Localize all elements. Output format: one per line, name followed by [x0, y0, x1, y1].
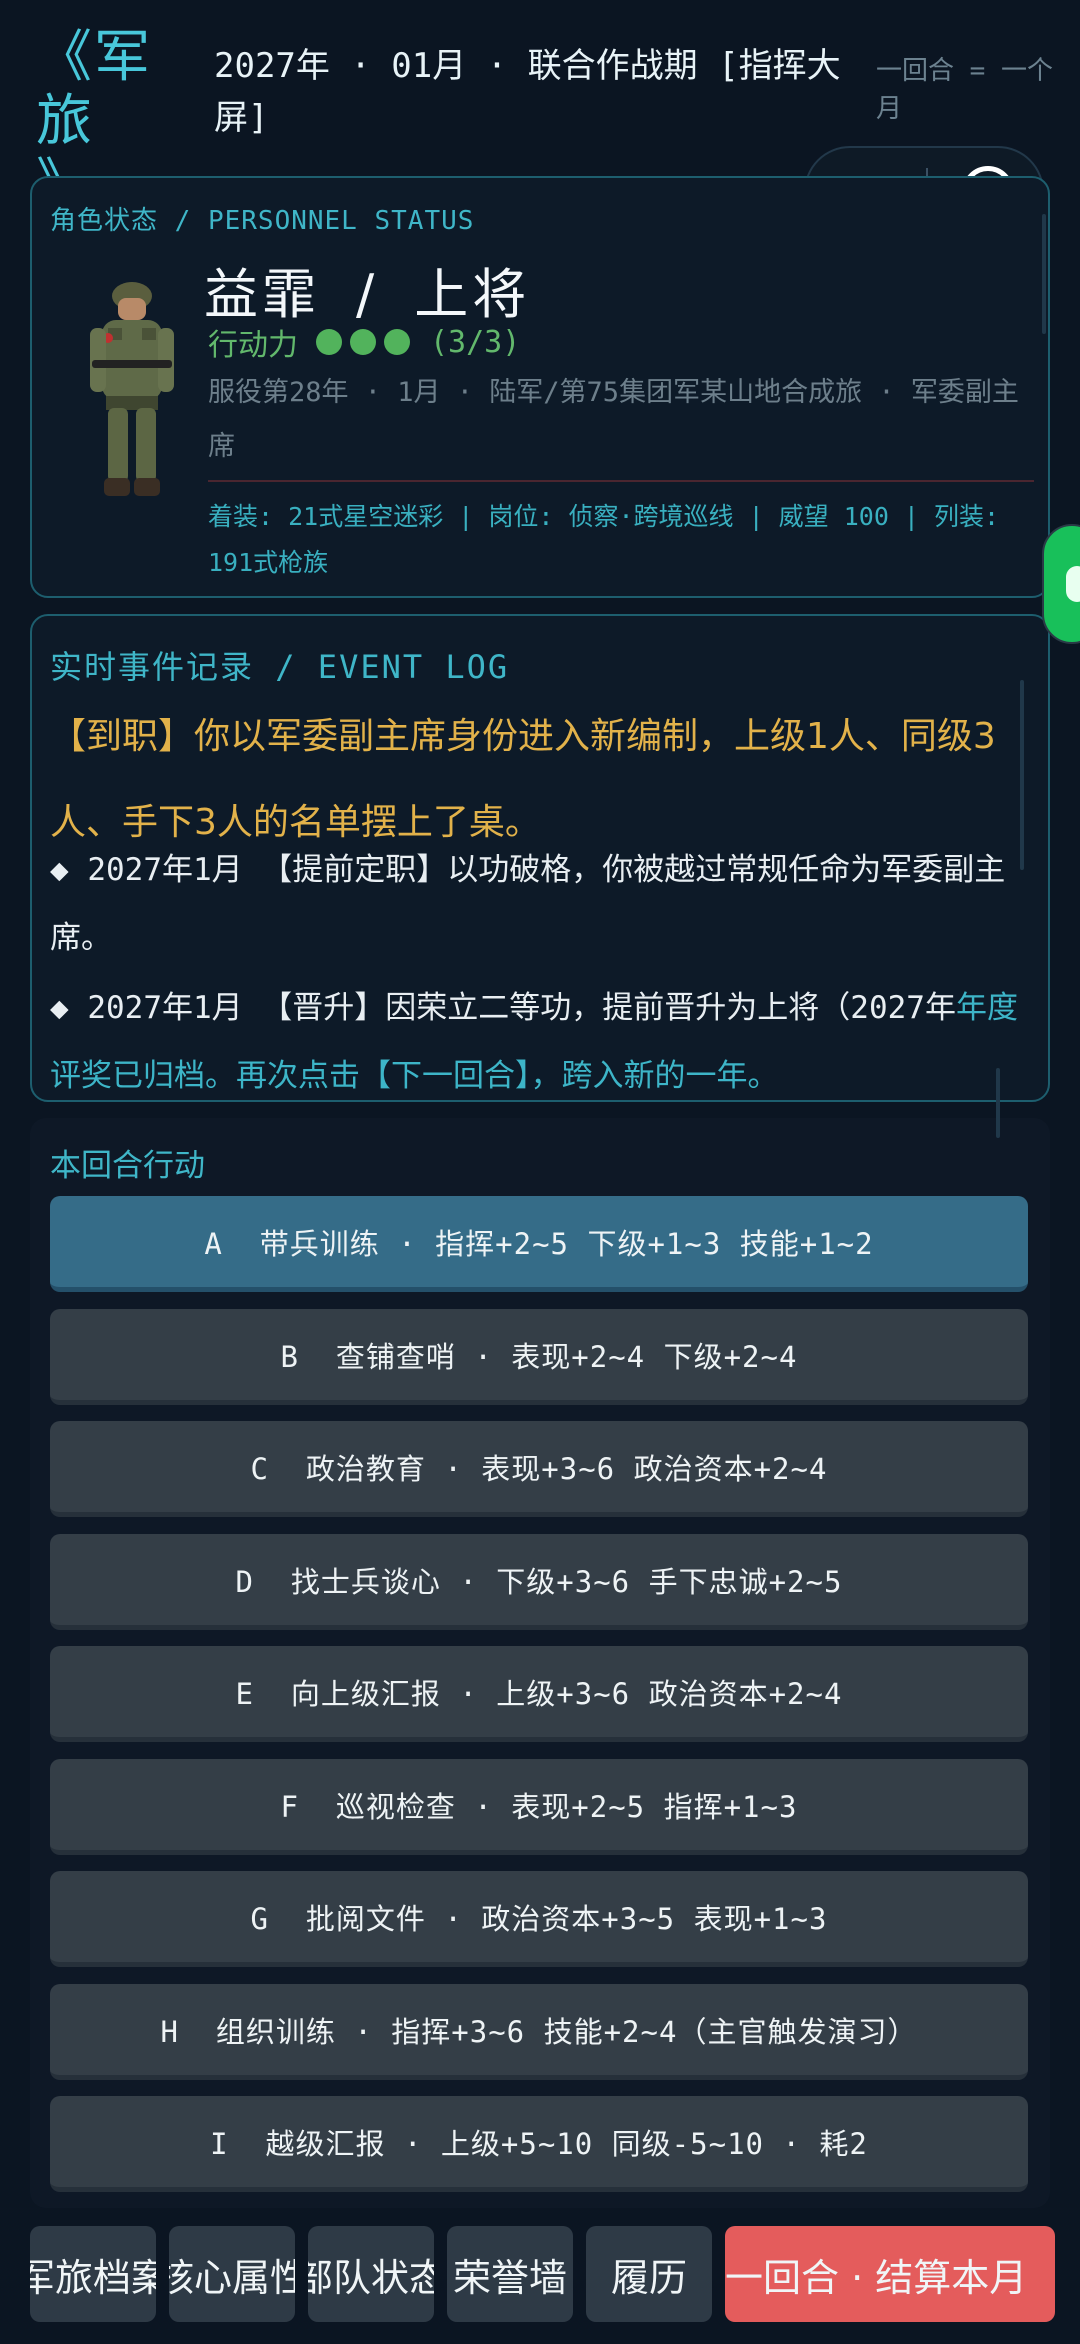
action-button-g[interactable]: G 批阅文件 · 政治资本+3~5 表现+1~3 [50, 1871, 1028, 1967]
character-name: 益霏 [204, 263, 320, 326]
personnel-status-panel: 角色状态 / PERSONNEL STATUS 益霏 / 上将 行动力 (3/3) … [30, 176, 1050, 598]
action-button-i[interactable]: I 越级汇报 · 上级+5~10 同级-5~10 · 耗2 [50, 2096, 1028, 2192]
turn-actions-panel: 本回合行动 A 带兵训练 · 指挥+2~5 下级+1~3 技能+1~2 B 查铺… [30, 1068, 1050, 2208]
character-name-rank: 益霏 / 上将 [204, 250, 530, 329]
name-separator: / [356, 263, 379, 326]
action-button-h[interactable]: H 组织训练 · 指挥+3~6 技能+2~4（主官触发演习） [50, 1984, 1028, 2080]
nav-troops-label: 部队状态 [308, 2255, 434, 2300]
turn-note: 一回合 = 一个月 [876, 56, 1053, 124]
side-tab-icon [1066, 566, 1080, 602]
event-log-panel: 实时事件记录 / EVENT LOG 【到职】你以军委副主席身份进入新编制，上级… [30, 614, 1050, 1102]
date-line: 2027年 · 01月 · 联合作战期 [指挥大屏] [214, 46, 841, 138]
page-scrollbar[interactable] [996, 1068, 1000, 1138]
action-point-dot [350, 329, 376, 355]
nav-resume-label: 履历 [610, 2255, 687, 2300]
floating-side-tab[interactable] [1042, 524, 1080, 644]
action-button-e[interactable]: E 向上级汇报 · 上级+3~6 政治资本+2~4 [50, 1646, 1028, 1742]
action-point-dot [316, 329, 342, 355]
nav-honors-label: 荣誉墙 [452, 2255, 567, 2300]
action-points: 行动力 (3/3) [208, 320, 520, 364]
event-log-scrollbar[interactable] [1020, 680, 1024, 870]
next-turn-button[interactable]: 下一回合 · 结算本月 [725, 2226, 1055, 2322]
status-section-title: 角色状态 / PERSONNEL STATUS [50, 206, 475, 236]
character-rank: 上将 [414, 263, 531, 326]
action-button-f[interactable]: F 巡视检查 · 表现+2~5 指挥+1~3 [50, 1759, 1028, 1855]
event-log-title: 实时事件记录 / EVENT LOG [50, 648, 510, 686]
action-button-c[interactable]: C 政治教育 · 表现+3~6 政治资本+2~4 [50, 1421, 1028, 1517]
nav-resume-button[interactable]: 履历 [586, 2226, 712, 2322]
equipment-info: 着装: 21式星空迷彩 | 岗位: 侦察·跨境巡线 | 威望 100 | 列装:… [208, 502, 1000, 577]
service-info: 服役第28年 · 1月 · 陆军/第75集团军某山地合成旅 · 军委副主席 [208, 377, 1019, 462]
action-button-d[interactable]: D 找士兵谈心 · 下级+3~6 手下忠诚+2~5 [50, 1534, 1028, 1630]
logo-title: 《军旅 [36, 25, 152, 154]
soldier-portrait [90, 282, 174, 496]
nav-profile-button[interactable]: 军旅档案 [30, 2226, 156, 2322]
event-log-entry: ◆ 2027年1月 【提前定职】以功破格，你被越过常规任命为军委副主席。 [50, 852, 1006, 956]
bottom-nav: 军旅档案 核心属性 部队状态 荣誉墙 履历 下一回合 · 结算本月 [0, 2218, 1080, 2344]
status-divider [208, 480, 1034, 482]
event-log-entry: ◆ 2027年1月 【晋升】因荣立二等功，提前晋升为上将（2027年年度评奖已归… [50, 974, 1040, 1100]
header: 《军旅 》 2027年 · 01月 · 联合作战期 [指挥大屏] 一回合 = 一… [0, 0, 1080, 218]
nav-troops-button[interactable]: 部队状态 [308, 2226, 434, 2322]
event-log-entry-text: ◆ 2027年1月 【晋升】因荣立二等功，提前晋升为上将（2027年 [50, 990, 956, 1026]
action-points-count: (3/3) [430, 324, 521, 360]
nav-attributes-label: 核心属性 [169, 2255, 295, 2300]
actions-section-title: 本回合行动 [50, 1148, 205, 1184]
status-scrollbar[interactable] [1042, 214, 1046, 334]
next-turn-label: 下一回合 · 结算本月 [725, 2255, 1028, 2300]
action-button-a[interactable]: A 带兵训练 · 指挥+2~5 下级+1~3 技能+1~2 [50, 1196, 1028, 1292]
action-point-dot [384, 329, 410, 355]
action-points-label: 行动力 [208, 328, 298, 363]
nav-attributes-button[interactable]: 核心属性 [169, 2226, 295, 2322]
action-button-b[interactable]: B 查铺查哨 · 表现+2~4 下级+2~4 [50, 1309, 1028, 1405]
nav-profile-label: 军旅档案 [30, 2255, 156, 2300]
nav-honors-button[interactable]: 荣誉墙 [447, 2226, 573, 2322]
